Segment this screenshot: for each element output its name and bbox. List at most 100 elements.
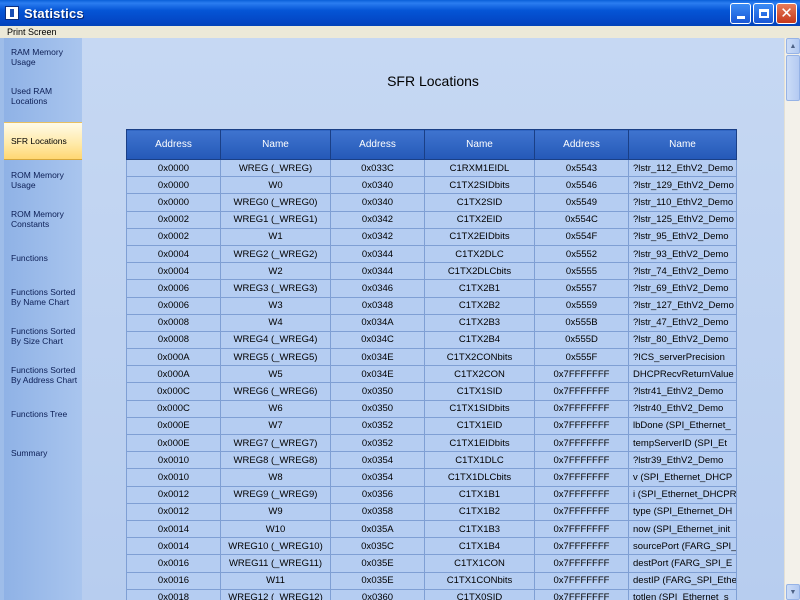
name-cell: W1 (220, 227, 331, 246)
sidebar-item[interactable]: Summary (4, 434, 82, 472)
address-cell: 0x035A (330, 519, 425, 539)
address-cell: 0x0016 (126, 571, 221, 590)
name-cell: C1TX2CON (424, 365, 535, 384)
address-cell: 0x7FFFFFFF (534, 537, 629, 556)
address-cell: 0x5543 (534, 158, 629, 178)
name-cell: lbDone (SPI_Ethernet_ (628, 416, 737, 436)
scrollbar-thumb[interactable] (786, 55, 800, 101)
scroll-up-button[interactable]: ▲ (786, 38, 800, 54)
name-cell: C1TX1DLCbits (424, 468, 535, 487)
sidebar-item[interactable]: Functions Sorted By Name Chart (4, 278, 82, 316)
column-header[interactable]: Name (424, 129, 535, 160)
table-row[interactable]: 0x0016 WREG11 (_WREG11) 0x035E C1TX1CON 0x7F… (126, 554, 737, 573)
close-icon: ✕ (780, 4, 793, 22)
table-row[interactable]: 0x0002 WREG1 (_WREG1) 0x0342 C1TX2EID 0x554C… (126, 210, 737, 229)
address-cell: 0x5546 (534, 176, 629, 195)
scroll-down-arrow-icon: ▼ (789, 588, 797, 596)
address-cell: 0x0006 (126, 296, 221, 315)
sidebar-item[interactable]: ROM Memory Usage (4, 161, 82, 199)
address-cell: 0x0008 (126, 313, 221, 332)
table-row[interactable]: 0x000C WREG6 (_WREG6) 0x0350 C1TX1SID 0x7FFF… (126, 382, 737, 401)
name-cell: ?lstr_74_EthV2_Demo (628, 262, 737, 281)
column-header[interactable]: Address (330, 129, 425, 160)
table-row[interactable]: 0x0012 WREG9 (_WREG9) 0x0356 C1TX1B1 0x7FFFF… (126, 485, 737, 504)
address-cell: 0x5559 (534, 296, 629, 315)
sidebar-item[interactable]: SFR Locations (4, 122, 82, 160)
name-cell: WREG11 (_WREG11) (220, 554, 331, 573)
sidebar-item[interactable]: ROM Memory Constants (4, 200, 82, 238)
address-cell: 0x0014 (126, 519, 221, 539)
table-row[interactable]: 0x0008 WREG4 (_WREG4) 0x034C C1TX2B4 0x555D?… (126, 330, 737, 350)
table-row[interactable]: 0x0010 W8 0x0354 C1TX1DLCbits 0x7FFFFFFF v (S… (126, 468, 737, 487)
table-row[interactable]: 0x0012 W9 0x0358 C1TX1B2 0x7FFFFFFF type (SPI… (126, 502, 737, 521)
table-row[interactable]: 0x000C W6 0x0350 C1TX1SIDbits 0x7FFFFFFF ?lst… (126, 399, 737, 418)
table-row[interactable]: 0x0000 WREG (_WREG) 0x033C C1RXM1EIDL 0x5543… (126, 158, 737, 178)
address-cell: 0x7FFFFFFF (534, 571, 629, 590)
name-cell: ?lstr_112_EthV2_Demo (628, 158, 737, 178)
column-header[interactable]: Name (628, 129, 737, 160)
name-cell: C1TX2EIDbits (424, 227, 535, 246)
scroll-down-button[interactable]: ▼ (786, 584, 800, 600)
sidebar-item-label: Functions Tree (11, 409, 68, 419)
title-bar: Statistics ✕ (0, 0, 800, 26)
table-row[interactable]: 0x0006 WREG3 (_WREG3) 0x0346 C1TX2B1 0x5557?… (126, 279, 737, 298)
sidebar-item-label: ROM Memory Usage (11, 170, 64, 190)
table-row[interactable]: 0x000A WREG5 (_WREG5) 0x034E C1TX2CONbits 0x… (126, 348, 737, 367)
table-row[interactable]: 0x0016 W11 0x035E C1TX1CONbits 0x7FFFFFFF des… (126, 571, 737, 590)
sidebar-item-label: SFR Locations (11, 136, 67, 146)
address-cell: 0x555D (534, 330, 629, 350)
sfr-table: Address Name Address Name Address Name 0x0000… (126, 129, 737, 600)
name-cell: C1TX2EID (424, 210, 535, 229)
name-cell: WREG0 (_WREG0) (220, 193, 331, 212)
sidebar-item[interactable]: Functions Tree (4, 395, 82, 433)
address-cell: 0x0352 (330, 433, 425, 453)
name-cell: C1TX1EID (424, 416, 535, 436)
vertical-scrollbar[interactable]: ▲ ▼ (784, 38, 800, 600)
table-row[interactable]: 0x000E W7 0x0352 C1TX1EID 0x7FFFFFFF lbDone (… (126, 416, 737, 436)
sidebar-item[interactable]: RAM Memory Usage (4, 38, 82, 76)
address-cell: 0x5555 (534, 262, 629, 281)
name-cell: W4 (220, 313, 331, 332)
table-row[interactable]: 0x0008 W4 0x034A C1TX2B3 0x555B ?lstr_47_EthV… (126, 313, 737, 332)
address-cell: 0x7FFFFFFF (534, 468, 629, 487)
table-row[interactable]: 0x0000 W0 0x0340 C1TX2SIDbits 0x5546 ?lstr_12… (126, 176, 737, 195)
column-header[interactable]: Name (220, 129, 331, 160)
table-row[interactable]: 0x0014 WREG10 (_WREG10) 0x035C C1TX1B4 0x7FF… (126, 537, 737, 556)
table-row[interactable]: 0x0014 W10 0x035A C1TX1B3 0x7FFFFFFF now (SPI… (126, 519, 737, 539)
sidebar-item[interactable]: Functions (4, 239, 82, 277)
name-cell: now (SPI_Ethernet_init (628, 519, 737, 539)
sidebar-item[interactable]: Functions Sorted By Address Chart (4, 356, 82, 394)
table-row[interactable]: 0x0004 WREG2 (_WREG2) 0x0344 C1TX2DLC 0x5552… (126, 244, 737, 264)
address-cell: 0x0008 (126, 330, 221, 350)
table-row[interactable]: 0x0000 WREG0 (_WREG0) 0x0340 C1TX2SID 0x5549… (126, 193, 737, 212)
name-cell: ?lstr_47_EthV2_Demo (628, 313, 737, 332)
table-row[interactable]: 0x0002 W1 0x0342 C1TX2EIDbits 0x554F ?lstr_95… (126, 227, 737, 246)
table-row[interactable]: 0x0010 WREG8 (_WREG8) 0x0354 C1TX1DLC 0x7FFF… (126, 451, 737, 470)
menu-bar: Print Screen (0, 26, 800, 38)
address-cell: 0x0004 (126, 244, 221, 264)
close-button[interactable]: ✕ (776, 3, 797, 24)
sidebar-item[interactable]: Used RAM Locations (4, 77, 82, 115)
table-row[interactable]: 0x0004 W2 0x0344 C1TX2DLCbits 0x5555 ?lstr_74… (126, 262, 737, 281)
address-cell: 0x0010 (126, 451, 221, 470)
maximize-button[interactable] (753, 3, 774, 24)
column-header[interactable]: Address (534, 129, 629, 160)
sidebar-item-label: Functions Sorted By Name Chart (11, 287, 76, 307)
address-cell: 0x0340 (330, 193, 425, 212)
name-cell: C1TX0SID (424, 588, 535, 600)
name-cell: WREG6 (_WREG6) (220, 382, 331, 401)
address-cell: 0x034C (330, 330, 425, 350)
name-cell: WREG8 (_WREG8) (220, 451, 331, 470)
table-row[interactable]: 0x0006 W3 0x0348 C1TX2B2 0x5559 ?lstr_127_Eth… (126, 296, 737, 315)
name-cell: WREG2 (_WREG2) (220, 244, 331, 264)
sidebar-item[interactable]: Functions Sorted By Size Chart (4, 317, 82, 355)
table-row[interactable]: 0x000E WREG7 (_WREG7) 0x0352 C1TX1EIDbits 0x… (126, 433, 737, 453)
menu-item-print-screen[interactable]: Print Screen (7, 26, 57, 38)
minimize-button[interactable] (730, 3, 751, 24)
table-row[interactable]: 0x0018 WREG12 (_WREG12) 0x0360 C1TX0SID 0x7F… (126, 588, 737, 600)
address-cell: 0x5549 (534, 193, 629, 212)
column-header[interactable]: Address (126, 129, 221, 160)
name-cell: W0 (220, 176, 331, 195)
table-row[interactable]: 0x000A W5 0x034E C1TX2CON 0x7FFFFFFF DHCPRecv… (126, 365, 737, 384)
address-cell: 0x7FFFFFFF (534, 399, 629, 418)
